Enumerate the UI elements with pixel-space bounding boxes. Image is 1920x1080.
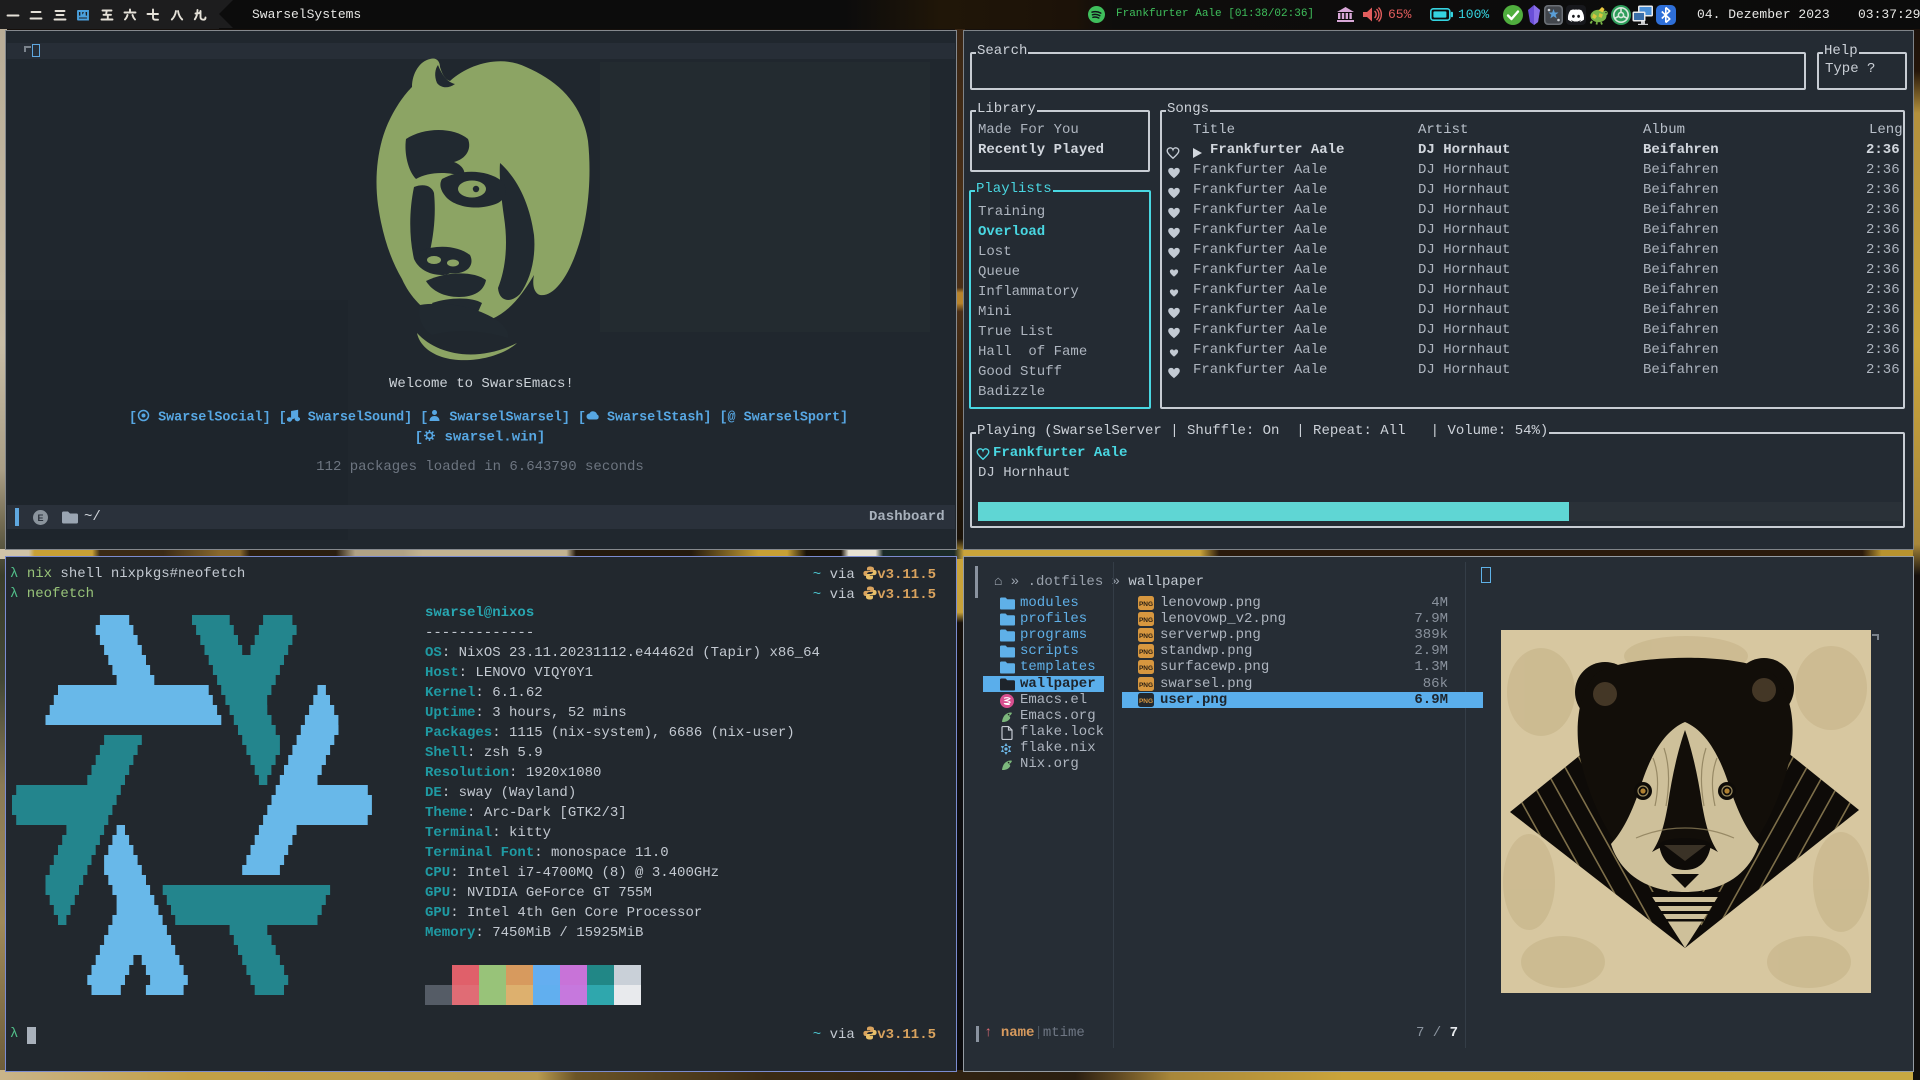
- svg-text:PNG: PNG: [1139, 682, 1153, 689]
- svg-text:PNG: PNG: [1139, 698, 1153, 705]
- svg-text:PNG: PNG: [1139, 649, 1153, 656]
- svg-text:PNG: PNG: [1139, 601, 1153, 608]
- svg-text:PNG: PNG: [1139, 617, 1153, 624]
- svg-text:PNG: PNG: [1139, 633, 1153, 640]
- svg-text:PNG: PNG: [1139, 665, 1153, 672]
